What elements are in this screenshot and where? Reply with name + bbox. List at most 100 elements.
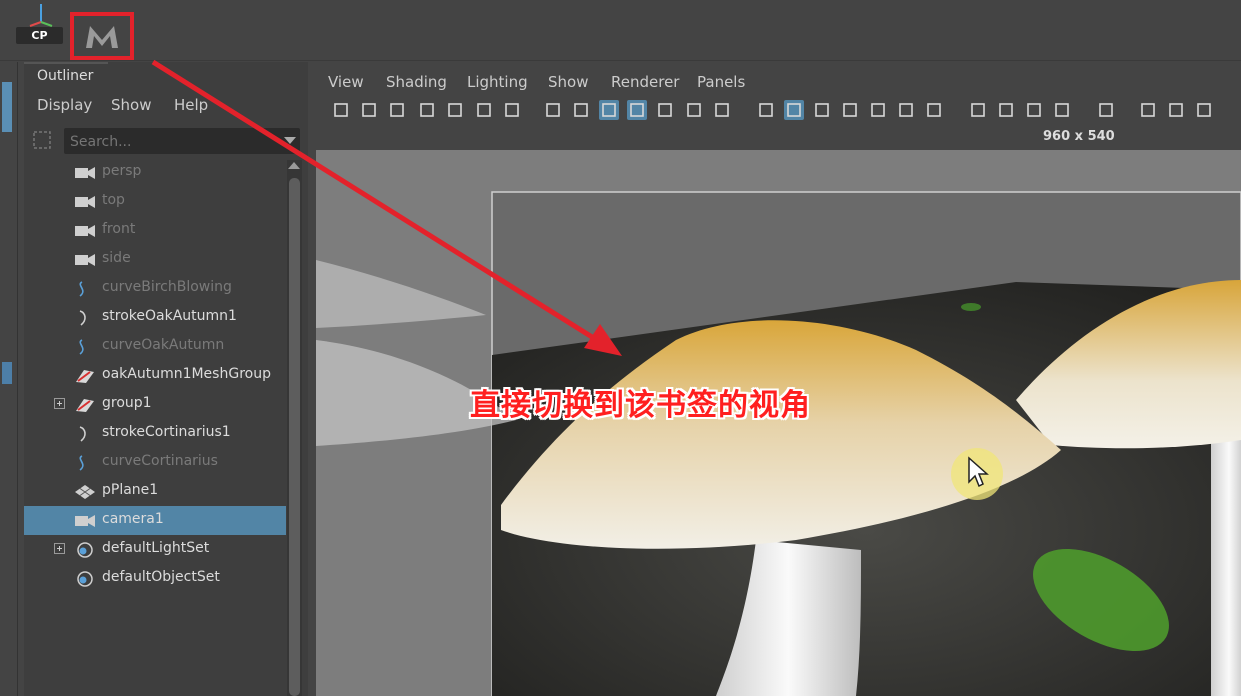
- menu-view[interactable]: View: [328, 73, 364, 91]
- grease-pencil-icon[interactable]: [502, 100, 522, 120]
- outliner-item-label: pPlane1: [102, 482, 159, 498]
- tool-select-marker[interactable]: [2, 82, 12, 132]
- menu-show[interactable]: Show: [111, 96, 151, 114]
- anti-alias-icon[interactable]: [1024, 100, 1044, 120]
- image-plane-icon[interactable]: [445, 100, 465, 120]
- camera-icon: [74, 513, 96, 529]
- outliner-item-top[interactable]: top: [24, 187, 286, 216]
- mesh-icon: [74, 484, 96, 500]
- resolution-gate-label: 960 x 540: [1043, 129, 1115, 144]
- annotation-caption: 直接切换到该书签的视角: [470, 388, 811, 423]
- ambient-occlusion-icon[interactable]: [968, 100, 988, 120]
- panel-layout-icon[interactable]: [1138, 100, 1158, 120]
- expand-icon[interactable]: [54, 398, 65, 409]
- outliner-item-label: curveCortinarius: [102, 453, 218, 469]
- two-pane-icon[interactable]: [1194, 100, 1214, 120]
- resolution-gate-icon[interactable]: [599, 100, 619, 120]
- outliner-tab-label: Outliner: [37, 68, 94, 84]
- menu-shading[interactable]: Shading: [386, 73, 447, 91]
- isolate-select-icon[interactable]: [1096, 100, 1116, 120]
- search-box: [64, 128, 300, 154]
- outliner-item-label: strokeCortinarius1: [102, 424, 231, 440]
- outliner-item-label: defaultObjectSet: [102, 569, 220, 585]
- outliner-item-label: top: [102, 192, 125, 208]
- maya-logo-icon[interactable]: [80, 22, 124, 52]
- outliner-item-front[interactable]: front: [24, 216, 286, 245]
- paint-effects-icon: [74, 397, 96, 413]
- curve-icon: [74, 455, 96, 471]
- curve-icon: [74, 281, 96, 297]
- cp-badge[interactable]: CP: [16, 27, 63, 44]
- camera-attributes-icon[interactable]: [359, 100, 379, 120]
- use-lights-icon[interactable]: [896, 100, 916, 120]
- outliner-item-label: strokeOakAutumn1: [102, 308, 237, 324]
- wireframe-icon[interactable]: [756, 100, 776, 120]
- outliner-item-camera1[interactable]: camera1: [24, 506, 286, 535]
- set-icon: [74, 571, 96, 587]
- outliner-item-strokeCortinarius1[interactable]: strokeCortinarius1: [24, 419, 286, 448]
- safe-action-icon[interactable]: [684, 100, 704, 120]
- scroll-up-arrow-icon[interactable]: [288, 162, 300, 169]
- field-chart-icon[interactable]: [655, 100, 675, 120]
- film-gate-icon[interactable]: [571, 100, 591, 120]
- curve-icon: [74, 339, 96, 355]
- camera-icon[interactable]: [331, 100, 351, 120]
- top-shelf: [0, 0, 1241, 61]
- outliner-item-defaultLightSet[interactable]: defaultLightSet: [24, 535, 286, 564]
- stroke-icon: [74, 310, 96, 326]
- tool-marker[interactable]: [2, 362, 12, 384]
- safe-title-icon[interactable]: [712, 100, 732, 120]
- gate-mask-icon[interactable]: [627, 100, 647, 120]
- scrollbar-thumb[interactable]: [289, 178, 300, 696]
- single-pane-icon[interactable]: [1166, 100, 1186, 120]
- menu-display[interactable]: Display: [37, 96, 92, 114]
- outliner-item-label: persp: [102, 163, 142, 179]
- outliner-item-label: curveOakAutumn: [102, 337, 225, 353]
- stroke-icon: [74, 426, 96, 442]
- camera-icon: [74, 252, 96, 268]
- outliner-item-defaultObjectSet[interactable]: defaultObjectSet: [24, 564, 286, 593]
- menu-help[interactable]: Help: [174, 96, 208, 114]
- outliner-item-label: curveBirchBlowing: [102, 279, 232, 295]
- smooth-shade-icon[interactable]: [784, 100, 804, 120]
- pan-zoom-icon[interactable]: [474, 100, 494, 120]
- outliner-item-label: oakAutumn1MeshGroup: [102, 366, 271, 382]
- default-material-icon[interactable]: [812, 100, 832, 120]
- outliner-item-pPlane1[interactable]: pPlane1: [24, 477, 286, 506]
- depth-of-field-icon[interactable]: [1052, 100, 1072, 120]
- outliner-item-side[interactable]: side: [24, 245, 286, 274]
- outliner-item-curveOakAutumn[interactable]: curveOakAutumn: [24, 332, 286, 361]
- outliner-item-label: group1: [102, 395, 152, 411]
- search-input[interactable]: [68, 131, 272, 153]
- outliner-item-persp[interactable]: persp: [24, 158, 286, 187]
- wireframe-on-shaded-icon[interactable]: [840, 100, 860, 120]
- shadows-icon[interactable]: [924, 100, 944, 120]
- grid-icon[interactable]: [543, 100, 563, 120]
- filter-icon[interactable]: [32, 130, 52, 150]
- outliner-item-group1[interactable]: group1: [24, 390, 286, 419]
- camera-icon: [74, 223, 96, 239]
- axis-gizmo-icon: [29, 4, 53, 27]
- menu-renderer[interactable]: Renderer: [611, 73, 679, 91]
- bookmark-camera-icon[interactable]: [387, 100, 407, 120]
- set-icon: [74, 542, 96, 558]
- motion-blur-icon[interactable]: [996, 100, 1016, 120]
- outliner-item-label: side: [102, 250, 131, 266]
- xray-icon[interactable]: [868, 100, 888, 120]
- viewport-menubar: View Shading Lighting Show Renderer Pane…: [314, 66, 1241, 96]
- outliner-item-label: front: [102, 221, 136, 237]
- bookmark-icon[interactable]: [417, 100, 437, 120]
- outliner-item-curveBirchBlowing[interactable]: curveBirchBlowing: [24, 274, 286, 303]
- chevron-down-icon[interactable]: [284, 137, 296, 144]
- menu-lighting[interactable]: Lighting: [467, 73, 528, 91]
- outliner-item-curveCortinarius[interactable]: curveCortinarius: [24, 448, 286, 477]
- menu-show[interactable]: Show: [548, 73, 588, 91]
- outliner-item-oakAutumn1MeshGroup[interactable]: oakAutumn1MeshGroup: [24, 361, 286, 390]
- outliner-item-strokeOakAutumn1[interactable]: strokeOakAutumn1: [24, 303, 286, 332]
- outliner-menubar: Display Show Help: [24, 90, 308, 120]
- mouse-cursor-icon: [968, 456, 989, 488]
- outliner-item-label: camera1: [102, 511, 164, 527]
- expand-icon[interactable]: [54, 543, 65, 554]
- tool-box: [0, 62, 18, 696]
- menu-panels[interactable]: Panels: [697, 73, 745, 91]
